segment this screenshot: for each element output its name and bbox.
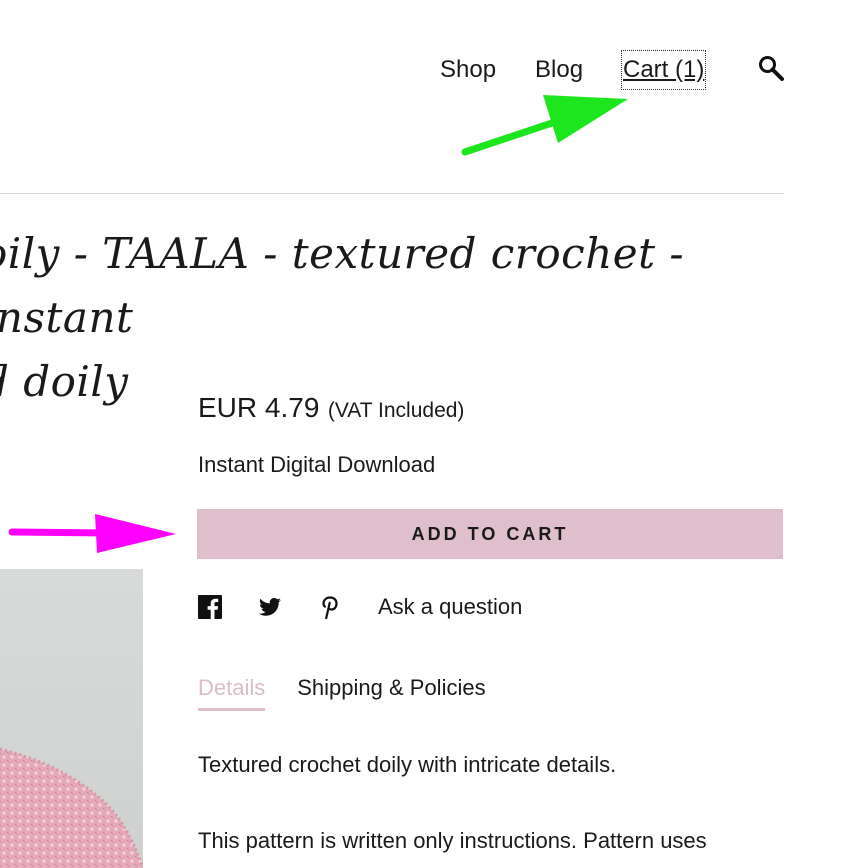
top-nav: Shop Blog Cart (1) xyxy=(0,50,868,90)
delivery-type: Instant Digital Download xyxy=(198,452,436,477)
ask-question-link[interactable]: Ask a question xyxy=(378,594,522,620)
social-share-row: Ask a question xyxy=(198,590,522,624)
product-title: oily - TAALA - textured crochet - instan… xyxy=(0,222,742,414)
tab-shipping-policies[interactable]: Shipping & Policies xyxy=(297,672,485,711)
green-arrow xyxy=(461,95,628,156)
facebook-icon[interactable] xyxy=(198,595,222,619)
vat-note: (VAT Included) xyxy=(327,399,465,422)
nav-cart-link[interactable]: Cart (1) xyxy=(620,50,707,90)
price-row: EUR 4.79 (VAT Included) xyxy=(198,392,464,424)
description-line-1: Textured crochet doily with intricate de… xyxy=(198,752,617,777)
product-title-line-1: oily - TAALA - textured crochet - instan… xyxy=(0,229,685,342)
magenta-arrow xyxy=(8,514,176,553)
pinterest-icon[interactable] xyxy=(318,595,342,620)
tab-details[interactable]: Details xyxy=(198,672,266,711)
product-image[interactable] xyxy=(0,569,143,868)
product-tabs: Details Shipping & Policies xyxy=(198,672,486,711)
nav-shop-link[interactable]: Shop xyxy=(440,52,496,88)
doily-photo xyxy=(0,747,143,868)
search-icon[interactable] xyxy=(757,54,785,82)
nav-blog-link[interactable]: Blog xyxy=(535,52,583,88)
header-divider xyxy=(0,193,784,194)
product-price: EUR 4.79 xyxy=(198,392,320,423)
description-line-2: This pattern is written only instruction… xyxy=(198,828,707,853)
add-to-cart-button[interactable]: ADD TO CART xyxy=(197,509,783,559)
twitter-icon[interactable] xyxy=(258,595,282,619)
